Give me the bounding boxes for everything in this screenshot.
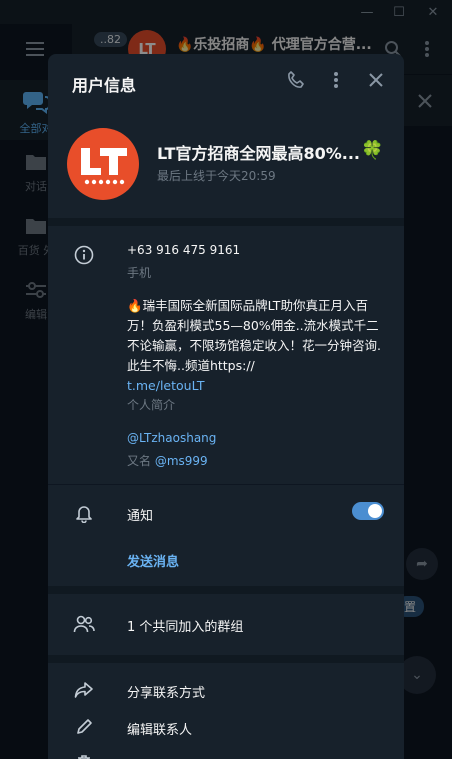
edit-contact-button[interactable]: 编辑联系人 — [127, 719, 192, 738]
section-separator — [48, 586, 404, 594]
alias-prefix: 又名 — [127, 454, 152, 468]
group-icon — [72, 612, 96, 636]
bio-label: 个人简介 — [127, 398, 176, 412]
groups-in-common[interactable]: 1 个共同加入的群组 — [127, 616, 243, 635]
alias-line: 又名 @ms999 — [127, 452, 208, 469]
more-icon[interactable] — [324, 68, 348, 92]
clover-icon: 🍀 — [361, 140, 384, 161]
notifications-label: 通知 — [127, 509, 154, 524]
section-separator — [48, 218, 404, 226]
toggle-knob — [368, 504, 382, 518]
username-link[interactable]: @LTzhaoshang — [127, 431, 216, 445]
alias-link[interactable]: @ms999 — [155, 454, 208, 468]
bio-link[interactable]: t.me/letouLT — [127, 378, 204, 393]
phone-number[interactable]: +63 916 475 9161 — [127, 243, 240, 257]
section-separator — [48, 655, 404, 663]
share-icon — [72, 678, 96, 702]
bio-body: 🔥瑞丰国际全新国际品牌LT助你真正月入百万！负盈利模式55—80%佣金..流水模… — [127, 298, 381, 373]
info-icon — [72, 243, 96, 267]
send-message-button[interactable]: 发送消息 — [127, 551, 179, 570]
pencil-icon — [72, 715, 96, 739]
divider — [48, 484, 404, 485]
trash-icon — [72, 750, 96, 759]
bell-icon — [72, 501, 96, 525]
bio-text[interactable]: 🔥瑞丰国际全新国际品牌LT助你真正月入百万！负盈利模式55—80%佣金..流水模… — [127, 296, 389, 396]
phone-label: 手机 — [127, 266, 152, 280]
lt-logo-icon — [81, 148, 127, 185]
last-seen-status: 最后上线于今天20:59 — [157, 169, 276, 183]
profile-name: LT官方招商全网最高80%... — [157, 144, 360, 163]
share-contact-button[interactable]: 分享联系方式 — [127, 682, 205, 701]
notifications-toggle[interactable] — [352, 502, 384, 520]
user-info-modal: 用户信息 LT官方招商全网最高80%... 🍀 最后上线于今天20:59 +63… — [48, 54, 404, 759]
close-icon[interactable] — [364, 68, 388, 92]
profile-avatar[interactable] — [67, 128, 139, 200]
modal-title: 用户信息 — [72, 76, 137, 95]
call-icon[interactable] — [284, 68, 308, 92]
